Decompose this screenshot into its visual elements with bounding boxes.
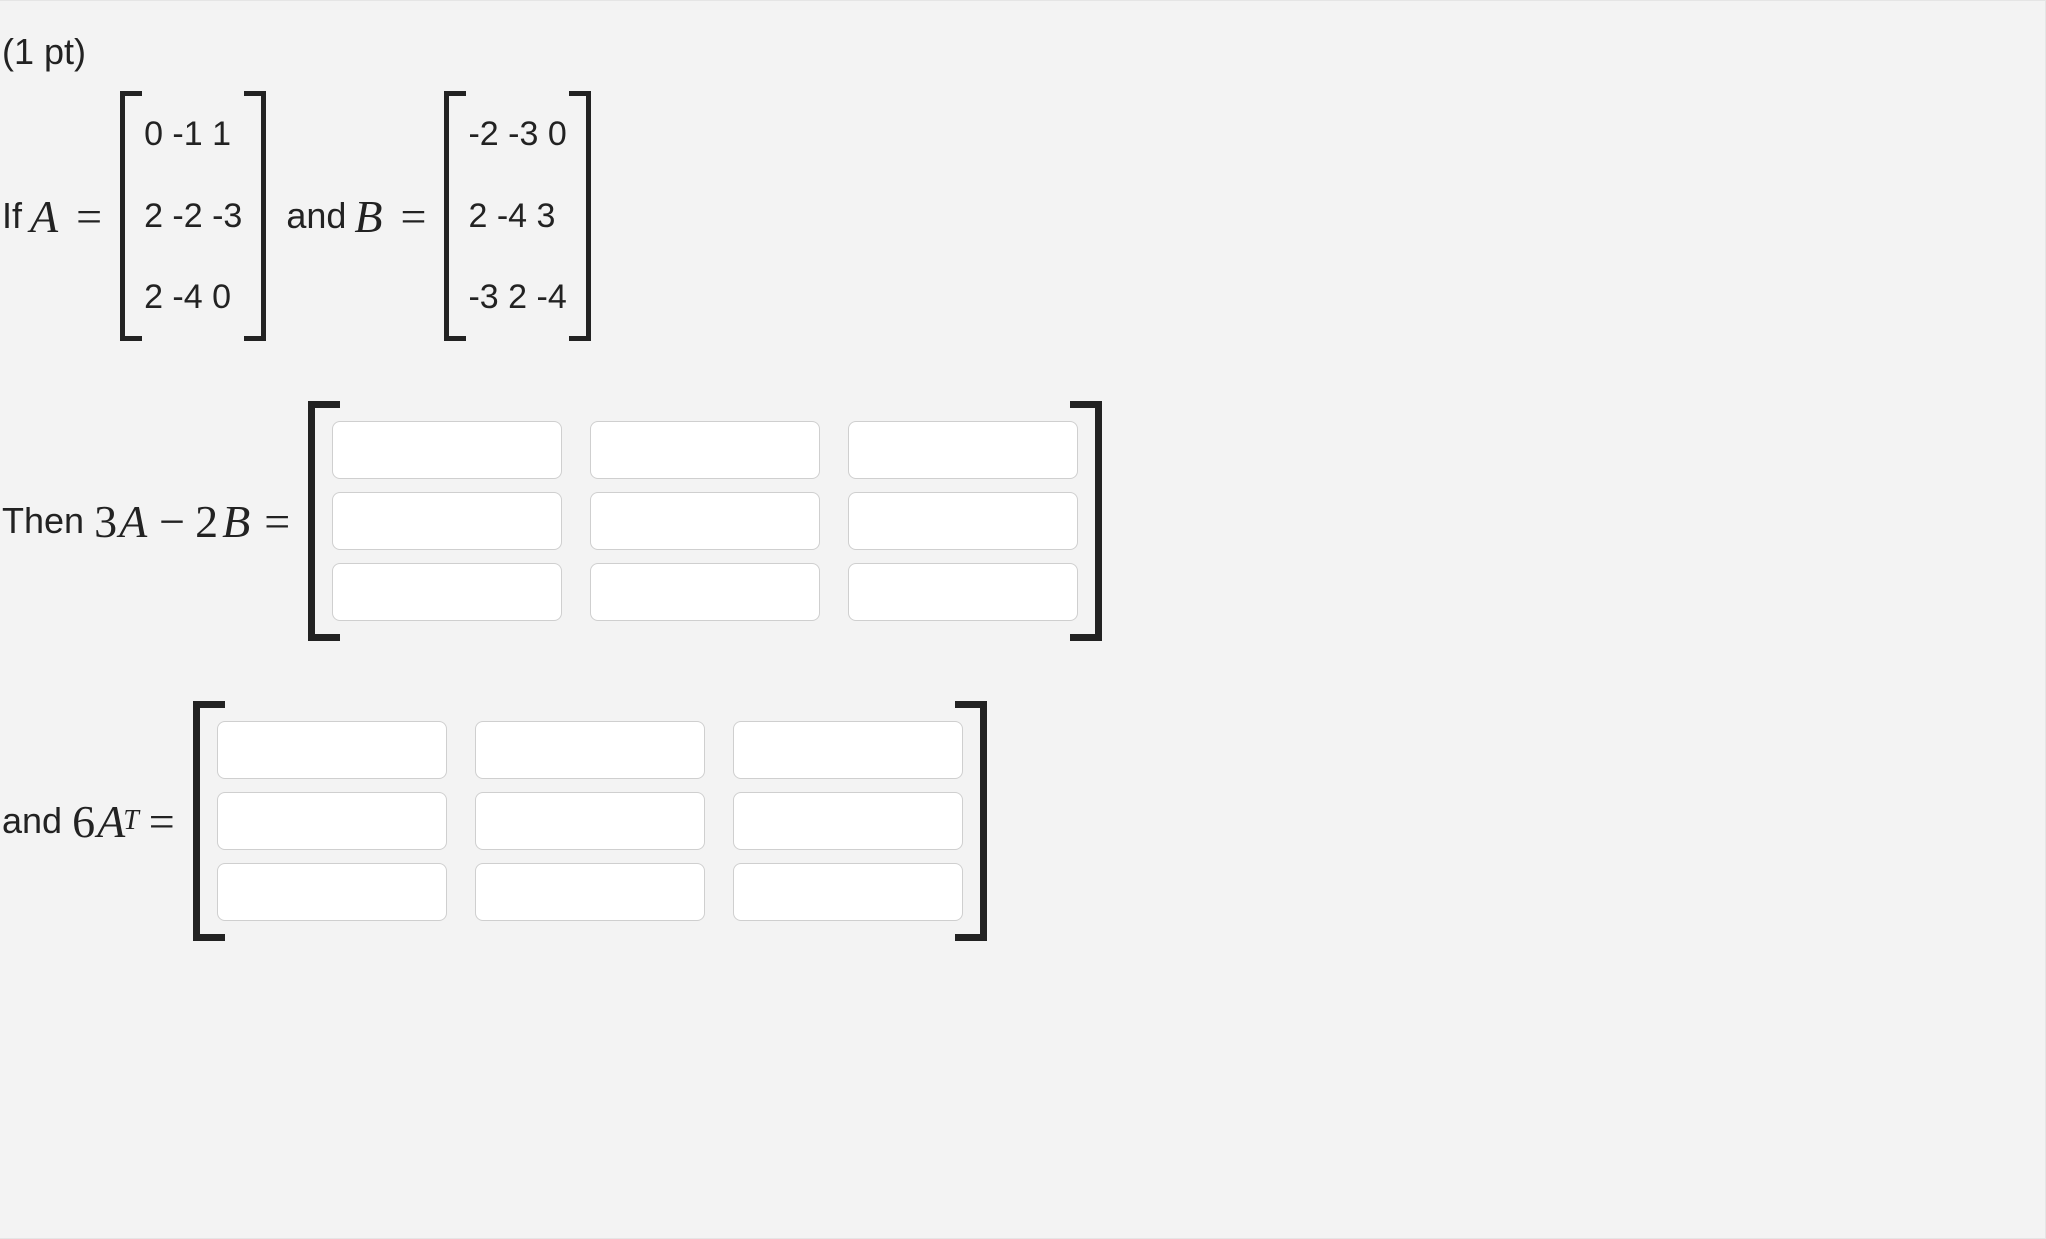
answer-m2-r1-c3[interactable]	[733, 721, 963, 779]
answer-m2-r3-c2[interactable]	[475, 863, 705, 921]
answer-m2-r1-c1[interactable]	[217, 721, 447, 779]
matrix-B-row-1: -2 -3 0	[466, 109, 568, 160]
answer-matrix-2-row-3	[217, 857, 963, 927]
given-matrices-line: If A = 0 -1 1 2 -2 -3 2 -4 0 and B = -2 …	[0, 91, 2045, 341]
answer-m2-r1-c2[interactable]	[475, 721, 705, 779]
expression-2-line: and 6 A T =	[0, 701, 2045, 941]
var-A: A	[22, 190, 66, 243]
bracket-left-icon	[185, 701, 207, 941]
answer-m1-r1-c3[interactable]	[848, 421, 1078, 479]
minus: −	[149, 495, 195, 548]
equals-4: =	[139, 795, 185, 848]
equals-3: =	[254, 495, 300, 548]
answer-m2-r2-c3[interactable]	[733, 792, 963, 850]
answer-matrix-1-row-2	[332, 486, 1078, 556]
answer-matrix-2-row-2	[217, 786, 963, 856]
answer-m1-r2-c1[interactable]	[332, 492, 562, 550]
expression-1-line: Then 3 A − 2 B =	[0, 401, 2045, 641]
and-label-1: and	[274, 195, 346, 237]
answer-matrix-2-row-1	[217, 715, 963, 785]
matrix-A: 0 -1 1 2 -2 -3 2 -4 0	[112, 91, 274, 341]
var-B-2: B	[218, 495, 254, 548]
bracket-right-icon	[256, 91, 274, 341]
answer-m1-r1-c1[interactable]	[332, 421, 562, 479]
answer-m2-r2-c2[interactable]	[475, 792, 705, 850]
bracket-right-icon	[581, 91, 599, 341]
if-label: If	[2, 195, 22, 237]
coef-6: 6	[72, 795, 95, 848]
then-label: Then	[2, 500, 84, 542]
matrix-B: -2 -3 0 2 -4 3 -3 2 -4	[436, 91, 598, 341]
equals-2: =	[391, 190, 437, 243]
bracket-left-icon	[112, 91, 130, 341]
coef-2: 2	[195, 495, 218, 548]
answer-matrix-1	[300, 401, 1110, 641]
answer-m1-r3-c1[interactable]	[332, 563, 562, 621]
matrix-A-row-1: 0 -1 1	[142, 109, 244, 160]
problem-container: (1 pt) If A = 0 -1 1 2 -2 -3 2 -4 0 and …	[0, 0, 2046, 1239]
answer-m2-r2-c1[interactable]	[217, 792, 447, 850]
points-label: (1 pt)	[0, 31, 2045, 73]
answer-m2-r3-c3[interactable]	[733, 863, 963, 921]
coef-3: 3	[94, 495, 117, 548]
answer-matrix-1-row-3	[332, 557, 1078, 627]
bracket-right-icon	[973, 701, 995, 941]
bracket-left-icon	[300, 401, 322, 641]
matrix-A-row-2: 2 -2 -3	[142, 191, 244, 242]
and-label-2: and	[2, 800, 62, 842]
equals-1: =	[66, 190, 112, 243]
bracket-right-icon	[1088, 401, 1110, 641]
answer-m1-r2-c2[interactable]	[590, 492, 820, 550]
matrix-B-row-3: -3 2 -4	[466, 272, 568, 323]
answer-m1-r3-c3[interactable]	[848, 563, 1078, 621]
answer-matrix-2	[185, 701, 995, 941]
bracket-left-icon	[436, 91, 454, 341]
transpose-superscript: T	[123, 805, 139, 837]
answer-m2-r3-c1[interactable]	[217, 863, 447, 921]
answer-m1-r3-c2[interactable]	[590, 563, 820, 621]
answer-m1-r2-c3[interactable]	[848, 492, 1078, 550]
answer-m1-r1-c2[interactable]	[590, 421, 820, 479]
matrix-A-row-3: 2 -4 0	[142, 272, 244, 323]
var-B: B	[346, 190, 390, 243]
answer-matrix-1-row-1	[332, 415, 1078, 485]
var-A-2: A	[117, 495, 149, 548]
matrix-B-row-2: 2 -4 3	[466, 191, 568, 242]
